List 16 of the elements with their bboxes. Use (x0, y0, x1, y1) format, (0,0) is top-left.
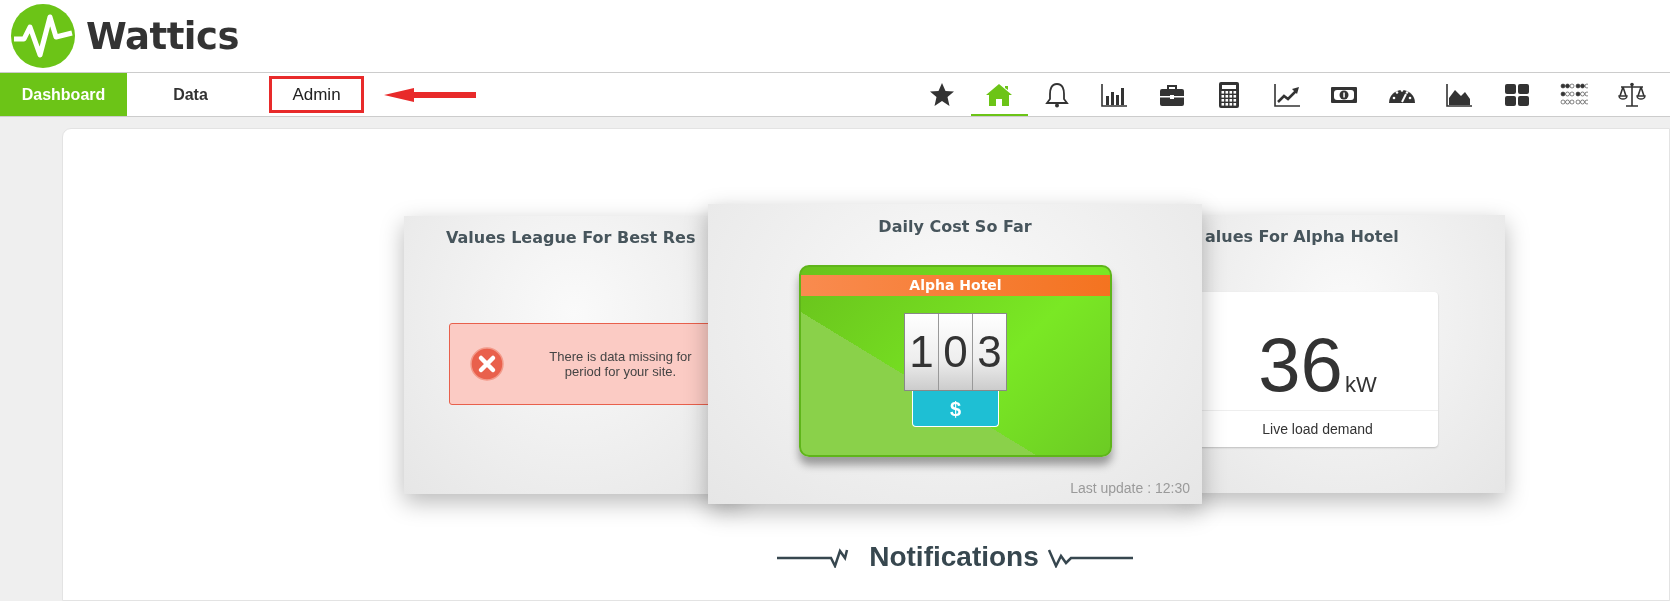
load-value: 36 (1258, 332, 1343, 398)
load-unit: kW (1344, 372, 1377, 398)
logo-text: Wattics (86, 14, 239, 58)
section-title: Notifications (869, 541, 1039, 573)
card-title: Values League For Best Res (446, 228, 696, 247)
card-title: Daily Cost So Far (877, 216, 1033, 236)
site-name: Alpha Hotel (801, 275, 1110, 296)
error-icon (470, 347, 504, 381)
alert-message: There is data missing for period for your site. (548, 349, 693, 379)
nav-tab[interactable]: Data (127, 73, 254, 116)
nav-tab[interactable]: Admin (269, 76, 364, 113)
card-title: alues For Alpha Hotel (1205, 227, 1399, 246)
logo-icon (10, 3, 76, 69)
counter-digit: 0 (938, 314, 972, 390)
counter-digit: 3 (972, 314, 1006, 390)
last-update: Last update : 12:30 (1070, 480, 1190, 496)
